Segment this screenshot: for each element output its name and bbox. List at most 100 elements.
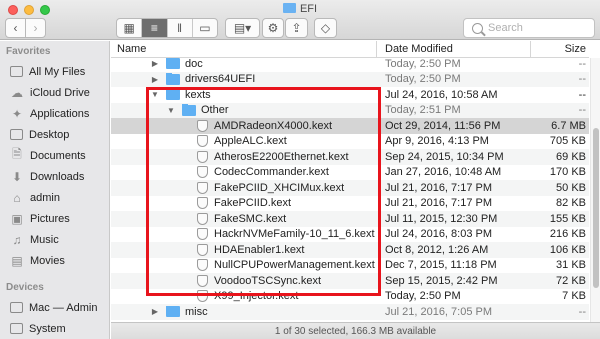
sidebar-item-applications[interactable]: ✦ Applications	[0, 103, 109, 124]
file-size: 31 KB	[556, 259, 586, 272]
table-row-other[interactable]: ▼ Other Today, 2:51 PM --	[111, 102, 589, 118]
column-header-date[interactable]: Date Modified	[377, 41, 531, 57]
table-row-misc[interactable]: ▶ misc Jul 21, 2016, 7:05 PM --	[111, 304, 589, 320]
table-row-hackrnvmefamily[interactable]: HackrNVMeFamily-10_11_6.kext Jul 24, 201…	[111, 227, 589, 243]
file-name: AtherosE2200Ethernet.kext	[214, 150, 349, 163]
file-name: HackrNVMeFamily-10_11_6.kext	[214, 228, 375, 241]
file-size: 705 KB	[549, 135, 586, 148]
table-row-x99-injector[interactable]: X99_Injector.kext Today, 2:50 PM 7 KB	[111, 289, 589, 305]
date-modified: Jul 21, 2016, 7:17 PM	[385, 181, 493, 194]
kext-bundle-icon	[197, 181, 208, 194]
table-row-fakesmc[interactable]: FakeSMC.kext Jul 11, 2015, 12:30 PM 155 …	[111, 211, 589, 227]
table-row-applealc[interactable]: AppleALC.kext Apr 9, 2016, 4:13 PM 705 K…	[111, 134, 589, 150]
share-button[interactable]: ⇪	[285, 18, 308, 38]
vertical-scrollbar[interactable]	[590, 58, 600, 322]
table-row-drivers64uefi[interactable]: ▶ drivers64UEFI Today, 2:50 PM --	[111, 71, 589, 87]
column-header-size[interactable]: Size	[531, 43, 589, 55]
chevron-right-icon: ›	[33, 21, 38, 35]
all-files-icon	[10, 66, 23, 77]
file-name: kexts	[185, 88, 211, 101]
file-size: --	[578, 104, 586, 117]
file-size: 106 KB	[549, 243, 586, 256]
table-row-kexts[interactable]: ▼ kexts Jul 24, 2016, 10:58 AM --	[111, 87, 589, 103]
sidebar-item-music[interactable]: ♫ Music	[0, 229, 109, 250]
kext-bundle-icon	[197, 274, 208, 287]
date-modified: Jan 27, 2016, 10:48 AM	[385, 166, 502, 179]
sidebar-item-label: Applications	[30, 107, 90, 120]
kext-bundle-icon	[197, 243, 208, 256]
file-size: 72 KB	[556, 274, 586, 287]
date-modified: Jul 21, 2016, 7:05 PM	[385, 305, 493, 318]
downloads-icon: ⬇	[11, 169, 23, 184]
date-modified: Jul 24, 2016, 8:03 PM	[385, 228, 493, 241]
kext-bundle-icon	[197, 150, 208, 163]
pictures-icon: ▣	[11, 211, 23, 226]
search-field[interactable]: Search	[463, 18, 595, 38]
column-view-button[interactable]: ‖	[168, 19, 193, 37]
disclosure-triangle-right-icon[interactable]: ▶	[150, 59, 160, 68]
file-name: doc	[185, 57, 203, 70]
date-modified: Oct 8, 2012, 1:26 AM	[385, 243, 489, 256]
file-name: X99_Injector.kext	[214, 290, 299, 303]
file-size: --	[578, 88, 586, 101]
column-header-name[interactable]: Name	[111, 41, 377, 57]
computer-icon	[10, 302, 23, 313]
disclosure-triangle-right-icon[interactable]: ▶	[150, 75, 160, 84]
back-button[interactable]: ‹	[5, 18, 26, 38]
sidebar-item-icloud-drive[interactable]: ☁ iCloud Drive	[0, 82, 109, 103]
cover-flow-button[interactable]: ▭	[193, 19, 217, 37]
table-row-hdaenabler1[interactable]: HDAEnabler1.kext Oct 8, 2012, 1:26 AM 10…	[111, 242, 589, 258]
grid-icon: ▦	[123, 21, 135, 35]
columns-icon: ‖	[177, 21, 183, 35]
table-row-doc[interactable]: ▶ doc Today, 2:50 PM --	[111, 56, 589, 72]
sidebar-item-pictures[interactable]: ▣ Pictures	[0, 208, 109, 229]
table-row-nullcpupowermanagement[interactable]: NullCPUPowerManagement.kext Dec 7, 2015,…	[111, 258, 589, 274]
sidebar-item-label: iCloud Drive	[30, 86, 90, 99]
table-row-fakepciid-xhcimux[interactable]: FakePCIID_XHCIMux.kext Jul 21, 2016, 7:1…	[111, 180, 589, 196]
disclosure-triangle-down-icon[interactable]: ▼	[166, 106, 176, 115]
kext-bundle-icon	[197, 119, 208, 132]
kext-bundle-icon	[197, 228, 208, 241]
table-row-fakepciid[interactable]: FakePCIID.kext Jul 21, 2016, 7:17 PM 82 …	[111, 196, 589, 212]
view-mode-control: ▦ ≡ ‖ ▭	[116, 18, 218, 38]
kext-bundle-icon	[197, 259, 208, 272]
arrange-icon: ▤▾	[233, 21, 252, 35]
disclosure-triangle-right-icon[interactable]: ▶	[150, 307, 160, 316]
sidebar-item-system[interactable]: System	[0, 318, 109, 339]
scrollbar-thumb[interactable]	[593, 128, 599, 288]
sidebar-item-admin[interactable]: ⌂ admin	[0, 187, 109, 208]
sidebar-item-all-my-files[interactable]: All My Files	[0, 61, 109, 82]
sidebar-item-downloads[interactable]: ⬇ Downloads	[0, 166, 109, 187]
icon-view-button[interactable]: ▦	[117, 19, 143, 37]
file-name: FakePCIID.kext	[214, 197, 292, 210]
table-row-voodootscsync[interactable]: VoodooTSCSync.kext Sep 15, 2015, 2:42 PM…	[111, 273, 589, 289]
forward-button[interactable]: ›	[25, 18, 46, 38]
sidebar-heading-devices: Devices	[6, 281, 44, 293]
file-name: AppleALC.kext	[214, 135, 287, 148]
arrange-button[interactable]: ▤▾	[225, 18, 260, 38]
file-size: 6.7 MB	[551, 119, 586, 132]
sidebar-item-desktop[interactable]: Desktop	[0, 124, 109, 145]
kext-bundle-icon	[197, 135, 208, 148]
table-row-amdradeonx4000[interactable]: AMDRadeonX4000.kext Oct 29, 2014, 11:56 …	[111, 118, 589, 134]
disclosure-triangle-down-icon[interactable]: ▼	[150, 90, 160, 99]
tags-button[interactable]: ◇	[314, 18, 337, 38]
sidebar-item-label: admin	[30, 191, 60, 204]
file-name: HDAEnabler1.kext	[214, 243, 305, 256]
sidebar-item-label: Documents	[30, 149, 86, 162]
sidebar-heading-favorites: Favorites	[6, 45, 51, 57]
sidebar-item-documents[interactable]: 🗎 Documents	[0, 145, 109, 166]
date-modified: Dec 7, 2015, 11:18 PM	[385, 259, 497, 272]
folder-icon	[282, 3, 296, 13]
table-row-atherose2200ethernet[interactable]: AtherosE2200Ethernet.kext Sep 24, 2015, …	[111, 149, 589, 165]
table-row-codeccommander[interactable]: CodecCommander.kext Jan 27, 2016, 10:48 …	[111, 165, 589, 181]
sidebar-item-movies[interactable]: ▤ Movies	[0, 250, 109, 271]
date-modified: Today, 2:50 PM	[385, 57, 461, 70]
file-size: 216 KB	[549, 228, 586, 241]
date-modified: Jul 11, 2015, 12:30 PM	[385, 212, 498, 225]
sidebar-item-mac-admin[interactable]: Mac — Admin	[0, 297, 109, 318]
date-modified: Sep 24, 2015, 10:34 PM	[385, 150, 504, 163]
list-view-button[interactable]: ≡	[142, 19, 168, 37]
movies-icon: ▤	[11, 253, 23, 268]
action-button[interactable]: ⚙	[262, 18, 284, 38]
